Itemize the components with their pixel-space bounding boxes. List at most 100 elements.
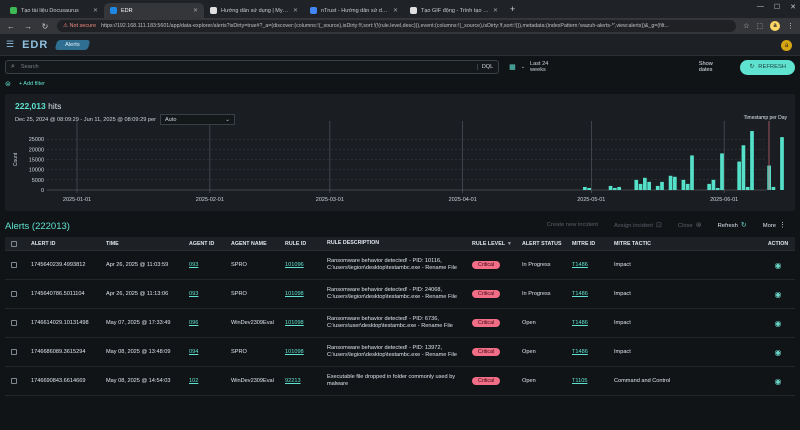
back-icon[interactable]: ← bbox=[6, 22, 16, 31]
filter-options-icon[interactable]: ⊜ bbox=[5, 80, 11, 88]
mitre-id-link[interactable]: T1486 bbox=[572, 349, 588, 355]
user-avatar[interactable]: a bbox=[781, 40, 792, 51]
cell-action: ◉ bbox=[758, 377, 792, 386]
mitre-id-link[interactable]: T1105 bbox=[572, 378, 587, 384]
window-controls: — ☐ ✕ bbox=[757, 3, 796, 11]
col-mitre-tactic[interactable]: MITRE TACTIC bbox=[608, 241, 758, 247]
select-all-checkbox[interactable] bbox=[11, 240, 17, 247]
minimize-icon[interactable]: — bbox=[757, 3, 764, 11]
cell-agent-name: WinDev2309Eval bbox=[231, 320, 274, 326]
browser-tab[interactable]: Hướng dẫn sử dụng | My EDR ✕ bbox=[204, 3, 304, 18]
hits-label: hits bbox=[45, 101, 62, 111]
table-row[interactable]: 1745640239.4993812 Apr 26, 2025 @ 11:03:5… bbox=[5, 251, 795, 280]
agent-id-link[interactable]: 093 bbox=[189, 291, 198, 297]
x-tick-label: 2025-05-01 bbox=[577, 197, 605, 203]
chevron-down-icon[interactable]: ⌄ bbox=[521, 64, 525, 70]
view-details-eye-icon[interactable]: ◉ bbox=[775, 348, 782, 357]
add-filter-button[interactable]: + Add filter bbox=[19, 81, 45, 87]
assign-incident-button[interactable]: Assign incident ⊡ bbox=[614, 221, 662, 229]
col-time[interactable]: TIME bbox=[100, 241, 183, 247]
forward-icon[interactable]: → bbox=[23, 22, 33, 31]
col-rule-id[interactable]: RULE ID bbox=[279, 241, 321, 247]
agent-id-link[interactable]: 096 bbox=[189, 320, 198, 326]
col-alert-id[interactable]: ALERT ID bbox=[25, 241, 100, 247]
search-input[interactable]: ⌕ Search DQL bbox=[5, 60, 500, 74]
extensions-icon[interactable]: ⬚ bbox=[756, 22, 763, 30]
cell-alert-status: Open bbox=[522, 320, 536, 326]
close-incident-button[interactable]: Close ⊗ bbox=[678, 221, 702, 229]
not-secure-badge[interactable]: ⚠ Not secure bbox=[63, 23, 96, 29]
col-alert-status[interactable]: ALERT STATUS bbox=[516, 241, 566, 247]
table-row[interactable]: 1746690843.6614669 May 08, 2025 @ 14:54:0… bbox=[5, 367, 795, 396]
browser-menu-icon[interactable]: ⋮ bbox=[787, 22, 794, 30]
tab-close-icon[interactable]: ✕ bbox=[393, 7, 398, 14]
col-rule-level[interactable]: RULE LEVEL ▾ bbox=[466, 241, 516, 247]
dql-toggle[interactable]: DQL bbox=[476, 64, 493, 70]
row-checkbox[interactable] bbox=[11, 320, 17, 326]
col-rule-description[interactable]: RULE DESCRIPTION bbox=[321, 240, 466, 247]
tab-close-icon[interactable]: ✕ bbox=[293, 7, 298, 14]
time-range-label[interactable]: Last 24 weeks bbox=[530, 61, 563, 73]
browser-profile-avatar[interactable]: a bbox=[770, 21, 780, 31]
interval-select[interactable]: Auto ⌄ bbox=[159, 114, 235, 125]
table-row[interactable]: 1746686089.3615294 May 08, 2025 @ 13:48:0… bbox=[5, 338, 795, 367]
row-checkbox[interactable] bbox=[11, 349, 17, 355]
cell-alert-id: 1745640239.4993812 bbox=[31, 262, 86, 268]
row-checkbox[interactable] bbox=[11, 378, 17, 384]
row-select-cell bbox=[5, 378, 25, 384]
col-agent-id[interactable]: AGENT ID bbox=[183, 241, 225, 247]
more-button[interactable]: More ⋮ bbox=[763, 221, 786, 229]
rule-id-link[interactable]: 101098 bbox=[285, 291, 304, 297]
assign-icon: ⊡ bbox=[656, 222, 662, 229]
view-details-eye-icon[interactable]: ◉ bbox=[775, 290, 782, 299]
browser-tab[interactable]: Tạo GIF động - Trình tạo GIF tr... ✕ bbox=[404, 3, 504, 18]
refresh-alerts-button[interactable]: Refresh ↻ bbox=[718, 221, 747, 229]
browser-tab[interactable]: Tạo tài liệu Docusaurus ✕ bbox=[4, 3, 104, 18]
agent-id-link[interactable]: 094 bbox=[189, 349, 198, 355]
rule-level-badge: Critical bbox=[472, 319, 501, 327]
col-agent-name[interactable]: AGENT NAME bbox=[225, 241, 279, 247]
mitre-id-link[interactable]: T1486 bbox=[572, 320, 588, 326]
mitre-id-link[interactable]: T1486 bbox=[572, 262, 588, 268]
calendar-icon[interactable]: ▦ bbox=[509, 63, 516, 71]
create-incident-button[interactable]: Create new incident bbox=[547, 222, 598, 228]
rule-id-link[interactable]: 101098 bbox=[285, 320, 304, 326]
view-details-eye-icon[interactable]: ◉ bbox=[775, 261, 782, 270]
more-label: More bbox=[762, 223, 776, 229]
close-window-icon[interactable]: ✕ bbox=[790, 3, 796, 11]
tab-close-icon[interactable]: ✕ bbox=[193, 7, 198, 14]
agent-id-link[interactable]: 102 bbox=[189, 378, 198, 384]
breadcrumb[interactable]: Alerts bbox=[54, 39, 91, 50]
cell-action: ◉ bbox=[758, 348, 792, 357]
refresh-button[interactable]: ↻ REFRESH bbox=[740, 59, 795, 75]
row-checkbox[interactable] bbox=[11, 291, 17, 297]
browser-tab[interactable]: nTrust - Hướng dẫn sử dụng ✕ bbox=[304, 3, 404, 18]
breadcrumb-label: Alerts bbox=[65, 41, 81, 48]
hamburger-menu-icon[interactable]: ☰ bbox=[6, 39, 14, 50]
table-row[interactable]: 1746614029.10131498 May 07, 2025 @ 17:33:… bbox=[5, 309, 795, 338]
cell-rule-id: 101098 bbox=[279, 291, 321, 297]
reload-icon[interactable]: ↻ bbox=[40, 22, 50, 31]
new-tab-icon[interactable]: + bbox=[504, 4, 521, 14]
x-tick-label: 2025-06-01 bbox=[710, 197, 738, 203]
view-details-eye-icon[interactable]: ◉ bbox=[775, 377, 782, 386]
cell-agent-name: WinDev2309Eval bbox=[231, 378, 274, 384]
table-row[interactable]: 1745640786.5011104 Apr 26, 2025 @ 11:13:0… bbox=[5, 280, 795, 309]
mitre-id-link[interactable]: T1486 bbox=[572, 291, 588, 297]
url-text[interactable]: https://192.168.111.183:5601/app/data-ex… bbox=[101, 23, 669, 29]
show-dates-button[interactable]: Show dates bbox=[699, 61, 727, 73]
date-picker[interactable]: ▦ ⌄ Last 24 weeks bbox=[509, 61, 563, 73]
omnibox[interactable]: ⚠ Not secure https://192.168.111.183:560… bbox=[57, 20, 737, 32]
bookmark-star-icon[interactable]: ☆ bbox=[743, 22, 749, 30]
maximize-icon[interactable]: ☐ bbox=[774, 3, 780, 11]
agent-id-link[interactable]: 093 bbox=[189, 262, 198, 268]
rule-id-link[interactable]: 101098 bbox=[285, 349, 304, 355]
tab-close-icon[interactable]: ✕ bbox=[493, 7, 498, 14]
col-mitre-id[interactable]: MITRE ID bbox=[566, 241, 608, 247]
rule-id-link[interactable]: 101096 bbox=[285, 262, 304, 268]
browser-tab[interactable]: EDR ✕ bbox=[104, 3, 204, 18]
view-details-eye-icon[interactable]: ◉ bbox=[775, 319, 782, 328]
row-checkbox[interactable] bbox=[11, 262, 17, 268]
tab-close-icon[interactable]: ✕ bbox=[93, 7, 98, 14]
rule-id-link[interactable]: 92213 bbox=[285, 378, 301, 384]
